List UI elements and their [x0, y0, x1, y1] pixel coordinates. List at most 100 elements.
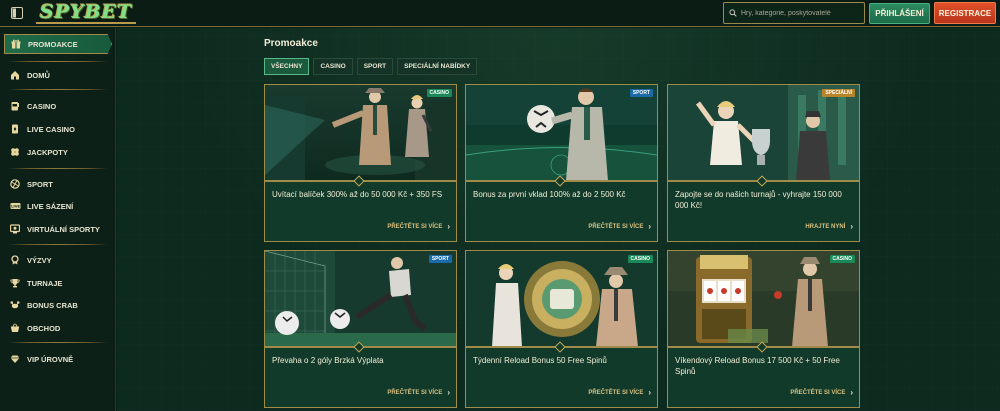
tab-casino[interactable]: CASINO	[313, 58, 353, 75]
promo-card[interactable]: CASINO Uvítací balíček 300% až do 50 000…	[264, 84, 457, 242]
read-more-link[interactable]: PŘEČTĚTE SI VÍCE ›	[588, 388, 651, 397]
search-icon	[729, 4, 737, 22]
read-more-link[interactable]: PŘEČTĚTE SI VÍCE ›	[588, 222, 651, 231]
category-badge: CASINO	[627, 255, 653, 263]
promo-card[interactable]: SPECIÁLNÍ Zapojte se do našich turnajů -…	[667, 84, 860, 242]
read-more-label: PŘEČTĚTE SI VÍCE	[387, 223, 443, 230]
promo-card[interactable]: CASINO Víkendový Reload Bonus 17 500 Kč …	[667, 250, 860, 408]
read-more-link[interactable]: PŘEČTĚTE SI VÍCE ›	[790, 388, 853, 397]
sidebar-item-casino[interactable]: CASINO	[4, 97, 112, 115]
chevron-right-icon: ›	[447, 222, 450, 231]
sidebar-item-virtualni-sporty[interactable]: VIRTUÁLNÍ SPORTY	[4, 220, 112, 238]
home-icon	[8, 68, 22, 82]
promo-title: Víkendový Reload Bonus 17 500 Kč + 50 Fr…	[675, 356, 840, 376]
sidebar-item-vyzvy[interactable]: VÝZVY	[4, 251, 112, 269]
promo-filter-tabs: VŠECHNY CASINO SPORT SPECIÁLNÍ NABÍDKY	[264, 58, 481, 75]
sidebar-toggle-icon[interactable]	[6, 4, 28, 22]
sidebar-item-label: OBCHOD	[27, 323, 61, 333]
chevron-right-icon: ›	[648, 222, 651, 231]
login-button[interactable]: PŘIHLÁŠENÍ	[869, 3, 930, 24]
sidebar-item-jackpoty[interactable]: JACKPOTY	[4, 143, 112, 161]
sidebar-item-label: JACKPOTY	[27, 147, 68, 157]
read-more-label: PŘEČTĚTE SI VÍCE	[387, 389, 443, 396]
read-more-label: PŘEČTĚTE SI VÍCE	[588, 223, 644, 230]
promo-card[interactable]: CASINO Týdenní Reload Bonus 50 Free Spin…	[465, 250, 658, 408]
search-input[interactable]	[741, 9, 861, 17]
sidebar-item-promoakce[interactable]: PROMOAKCE	[4, 34, 112, 54]
sidebar-item-label: VIP ÚROVNĚ	[27, 354, 74, 364]
read-more-label: PŘEČTĚTE SI VÍCE	[790, 389, 846, 396]
chevron-right-icon: ›	[447, 388, 450, 397]
tab-vsechny[interactable]: VŠECHNY	[264, 58, 310, 75]
sidebar-item-label: SPORT	[27, 179, 53, 189]
sidebar-item-label: LIVE CASINO	[27, 124, 75, 134]
top-bar: SPYBET PŘIHLÁŠENÍ REGISTRACE	[0, 0, 1000, 27]
play-now-link[interactable]: HRAJTE NYNÍ ›	[805, 222, 853, 231]
medal-icon	[8, 253, 22, 267]
sidebar-item-label: PROMOAKCE	[28, 39, 78, 49]
category-badge: SPECIÁLNÍ	[822, 89, 855, 97]
spybet-logo[interactable]: SPYBET	[36, 2, 137, 24]
sidebar-item-sport[interactable]: SPORT	[4, 175, 112, 193]
promo-title: Převaha o 2 góly Brzká Výplata	[272, 356, 384, 365]
promo-image-vault	[466, 251, 657, 347]
category-badge: CASINO	[426, 89, 452, 97]
sidebar: PROMOAKCE DOMŮ CASINO LIVE CASINO JACKPO…	[0, 28, 116, 411]
promo-title: Týdenní Reload Bonus 50 Free Spinů	[473, 356, 607, 365]
promo-title: Uvítací balíček 300% až do 50 000 Kč + 3…	[272, 190, 443, 199]
tab-specialni-nabidky[interactable]: SPECIÁLNÍ NABÍDKY	[397, 58, 478, 75]
live-icon: LIVE	[8, 199, 22, 213]
diamond-icon	[8, 352, 22, 366]
tab-sport[interactable]: SPORT	[356, 58, 394, 75]
category-badge: CASINO	[829, 255, 855, 263]
page-title: Promoakce	[264, 38, 318, 49]
chevron-right-icon: ›	[850, 222, 853, 231]
card-icon	[8, 122, 22, 136]
sidebar-item-label: VIRTUÁLNÍ SPORTY	[27, 224, 100, 234]
sidebar-divider	[8, 61, 108, 62]
read-more-label: PŘEČTĚTE SI VÍCE	[588, 389, 644, 396]
promo-card[interactable]: SPORT Převaha o 2 góly Brzká Výplata PŘE…	[264, 250, 457, 408]
category-badge: SPORT	[428, 255, 452, 263]
main-content: Promoakce VŠECHNY CASINO SPORT SPECIÁLNÍ…	[117, 28, 1000, 411]
basket-icon	[8, 321, 22, 335]
promo-title: Bonus za první vklad 100% až do 2 500 Kč	[473, 190, 626, 199]
sidebar-item-label: CASINO	[27, 101, 57, 111]
promo-image-slot-machine	[668, 251, 859, 347]
search-box[interactable]	[723, 2, 865, 24]
promo-image-football-player	[466, 85, 657, 181]
sidebar-item-label: DOMŮ	[27, 70, 50, 80]
sidebar-item-turnaje[interactable]: TURNAJE	[4, 274, 112, 292]
slot-icon	[8, 99, 22, 113]
promo-image-trophy-celebration	[668, 85, 859, 181]
sidebar-item-live-casino[interactable]: LIVE CASINO	[4, 120, 112, 138]
crab-icon	[8, 298, 22, 312]
sidebar-divider	[8, 244, 108, 245]
register-button[interactable]: REGISTRACE	[934, 2, 996, 24]
sidebar-item-live-sazeni[interactable]: LIVE LIVE SÁZENÍ	[4, 197, 112, 215]
gift-icon	[9, 37, 23, 51]
sidebar-item-label: LIVE SÁZENÍ	[27, 201, 74, 211]
chevron-right-icon: ›	[648, 388, 651, 397]
play-now-label: HRAJTE NYNÍ	[805, 223, 846, 230]
sidebar-item-vip-urovne[interactable]: VIP ÚROVNĚ	[4, 350, 112, 368]
promo-image-detectives	[265, 85, 456, 181]
sidebar-divider	[8, 168, 108, 169]
read-more-link[interactable]: PŘEČTĚTE SI VÍCE ›	[387, 222, 450, 231]
promo-card[interactable]: SPORT Bonus za první vklad 100% až do 2 …	[465, 84, 658, 242]
sidebar-item-obchod[interactable]: OBCHOD	[4, 319, 112, 337]
sidebar-item-label: VÝZVY	[27, 255, 52, 265]
promo-title: Zapojte se do našich turnajů - vyhrajte …	[675, 190, 842, 210]
sidebar-item-label: BONUS CRAB	[27, 300, 78, 310]
trophy-icon	[8, 276, 22, 290]
sidebar-item-bonus-crab[interactable]: BONUS CRAB	[4, 296, 112, 314]
ball-icon	[8, 177, 22, 191]
svg-text:LIVE: LIVE	[11, 205, 20, 209]
sidebar-divider	[8, 342, 108, 343]
virtual-icon	[8, 222, 22, 236]
read-more-link[interactable]: PŘEČTĚTE SI VÍCE ›	[387, 388, 450, 397]
sidebar-item-label: TURNAJE	[27, 278, 63, 288]
sidebar-item-domu[interactable]: DOMŮ	[4, 66, 112, 84]
category-badge: SPORT	[629, 89, 653, 97]
clover-icon	[8, 145, 22, 159]
